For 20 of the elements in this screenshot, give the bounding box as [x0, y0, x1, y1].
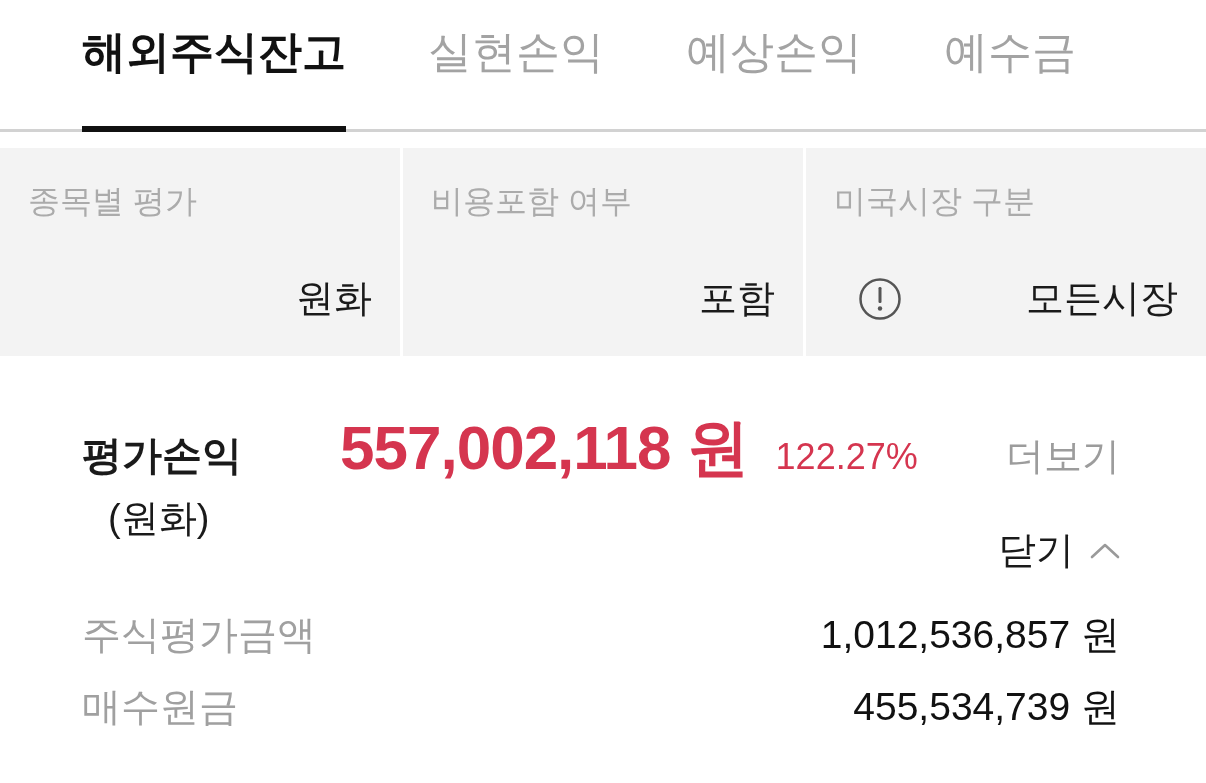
- filter-selector[interactable]: 비용포함 여부 포함: [403, 148, 803, 356]
- filter-value: 모든시장: [1026, 276, 1178, 322]
- filter-selector[interactable]: 미국시장 구분 모든시장: [806, 148, 1206, 356]
- filter-value: 포함: [699, 276, 775, 322]
- filter-label: 비용포함 여부: [431, 182, 633, 221]
- detail-value: 1,012,536,857 원: [820, 612, 1120, 659]
- profit-amount: 557,002,118 원: [340, 414, 748, 483]
- filter-label: 미국시장 구분: [834, 182, 1036, 221]
- filter-label: 종목별 평가: [28, 182, 198, 221]
- filter-value: 원화: [296, 276, 372, 322]
- detail-label: 주식평가금액: [82, 612, 316, 659]
- filter-selector[interactable]: 종목별 평가 원화: [0, 148, 400, 356]
- currency-label: (원화): [107, 496, 210, 542]
- detail-value: 455,534,739 원: [853, 684, 1120, 731]
- summary-title: 평가손익: [82, 432, 243, 479]
- profit-rate: 122.27%: [775, 435, 918, 479]
- collapse-button[interactable]: 닫기: [998, 528, 1120, 574]
- detail-label: 매수원금: [82, 684, 238, 731]
- info-icon[interactable]: [858, 277, 902, 322]
- tab[interactable]: 해외주식잔고: [82, 0, 346, 132]
